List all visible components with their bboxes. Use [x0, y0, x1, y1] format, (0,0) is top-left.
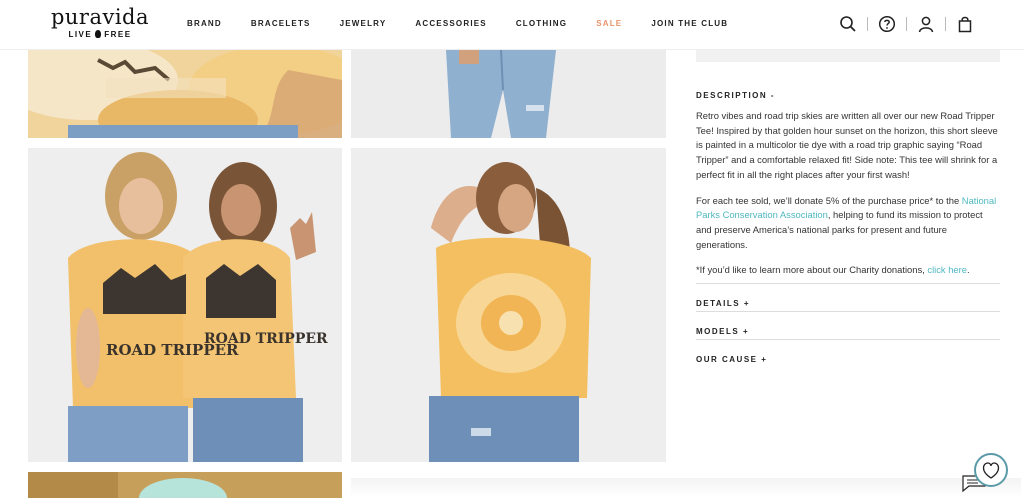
click-here-link[interactable]: click here — [927, 264, 967, 275]
product-image-two-models[interactable]: ROAD TRIPPER ROAD TRIPPER — [28, 148, 342, 462]
main-nav: BRAND BRACELETS JEWELRY ACCESSORIES CLOT… — [187, 19, 757, 28]
nav-item-jewelry[interactable]: JEWELRY — [340, 19, 387, 28]
product-image-jeans-closeup[interactable] — [351, 50, 666, 138]
tool-divider — [906, 17, 907, 31]
page-bottom-fade — [351, 478, 1021, 498]
nav-item-brand[interactable]: BRAND — [187, 19, 222, 28]
account-icon[interactable] — [917, 15, 935, 33]
site-header: puravida LIVE FREE BRAND BRACELETS JEWELR… — [0, 0, 1024, 50]
charity-text: *If you’d like to learn more about our C… — [696, 264, 928, 276]
search-icon[interactable] — [839, 15, 857, 33]
cart-icon[interactable] — [956, 15, 974, 33]
our-cause-accordion[interactable]: OUR CAUSE + — [696, 339, 1000, 367]
chat-heart-icon[interactable] — [958, 452, 1012, 496]
help-icon[interactable] — [878, 15, 896, 33]
brand-tagline: LIVE FREE — [50, 30, 150, 39]
details-accordion[interactable]: DETAILS + — [696, 283, 1000, 311]
pineapple-icon — [95, 30, 102, 38]
product-image-tee-closeup[interactable] — [28, 50, 342, 138]
tool-divider — [867, 17, 868, 31]
charity-paragraph: *If you’d like to learn more about our C… — [696, 263, 1000, 278]
header-tools — [839, 15, 974, 33]
product-image-bucket-hat[interactable] — [28, 472, 342, 498]
tagline-left: LIVE — [68, 30, 93, 39]
brand-logo[interactable]: puravida LIVE FREE — [50, 6, 150, 39]
svg-text:ROAD TRIPPER: ROAD TRIPPER — [204, 331, 328, 347]
product-image-model-back[interactable] — [351, 148, 666, 462]
description-paragraph: Retro vibes and road trip skies are writ… — [696, 110, 998, 180]
description-body: Retro vibes and road trip skies are writ… — [696, 109, 1000, 289]
nav-item-clothing[interactable]: CLOTHING — [516, 19, 567, 28]
nav-item-sale[interactable]: SALE — [596, 19, 622, 28]
charity-text-end: . — [967, 264, 970, 276]
donation-text: For each tee sold, we’ll donate 5% of th… — [696, 194, 962, 206]
models-accordion[interactable]: MODELS + — [696, 311, 1000, 339]
our-cause-label: OUR CAUSE + — [696, 355, 768, 364]
nav-item-accessories[interactable]: ACCESSORIES — [415, 19, 486, 28]
donation-paragraph: For each tee sold, we’ll donate 5% of th… — [696, 194, 1000, 253]
tool-divider — [945, 17, 946, 31]
details-label: DETAILS + — [696, 299, 751, 308]
models-label: MODELS + — [696, 327, 750, 336]
product-info-panel — [696, 50, 1000, 62]
brand-name: puravida — [50, 5, 150, 29]
nav-item-join-the-club[interactable]: JOIN THE CLUB — [651, 19, 728, 28]
nav-item-bracelets[interactable]: BRACELETS — [251, 19, 311, 28]
tagline-right: FREE — [104, 30, 132, 39]
description-toggle[interactable]: DESCRIPTION - — [696, 91, 775, 100]
